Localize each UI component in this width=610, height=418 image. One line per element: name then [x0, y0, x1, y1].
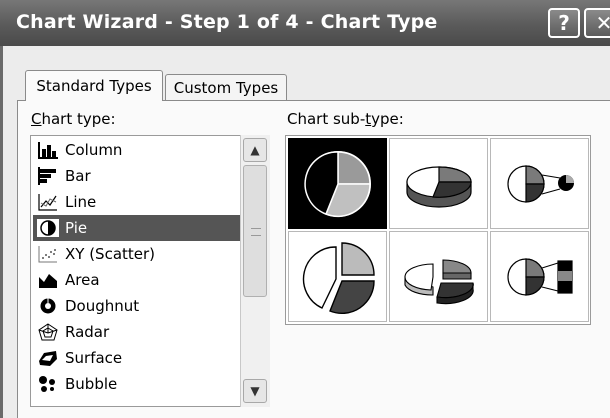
- help-icon: ?: [558, 11, 570, 35]
- pie-icon: [303, 150, 371, 217]
- list-item-label: Surface: [65, 349, 123, 367]
- list-item-column[interactable]: Column: [33, 137, 241, 163]
- close-icon: ✕: [595, 11, 610, 35]
- list-item-label: Column: [65, 141, 123, 159]
- list-item-label: XY (Scatter): [65, 245, 156, 263]
- chart-wizard-dialog: Chart Wizard - Step 1 of 4 - Chart Type …: [0, 0, 610, 418]
- tab-custom-types[interactable]: Custom Types: [165, 74, 287, 101]
- chevron-down-icon: ▼: [250, 384, 260, 398]
- list-item-label: Bubble: [65, 375, 118, 393]
- window-title: Chart Wizard - Step 1 of 4 - Chart Type: [16, 11, 438, 33]
- list-item-label: Doughnut: [65, 297, 140, 315]
- tab-label: Standard Types: [36, 77, 152, 95]
- chart-type-label: Chart type:: [31, 110, 116, 128]
- list-item-line[interactable]: Line: [33, 189, 241, 215]
- bar-of-pie-icon: [506, 257, 573, 296]
- grip-icon: [251, 228, 261, 236]
- area-chart-icon: [37, 271, 59, 289]
- pie-3d-icon: [405, 165, 472, 208]
- list-item-label: Pie: [65, 219, 88, 237]
- chevron-up-icon: ▲: [250, 143, 260, 157]
- pie-chart-icon: [37, 219, 59, 237]
- exploded-pie-3d-icon: [403, 258, 474, 304]
- list-item-bar[interactable]: Bar: [33, 163, 241, 189]
- exploded-pie-icon: [302, 241, 375, 314]
- label-accelerator: C: [31, 110, 42, 128]
- radar-chart-icon: [37, 323, 59, 341]
- bubble-chart-icon: [37, 375, 59, 393]
- list-item-label: Area: [65, 271, 100, 289]
- subtype-bar-of-pie[interactable]: [490, 231, 589, 322]
- list-item-label: Bar: [65, 167, 91, 185]
- list-item-radar[interactable]: Radar: [33, 319, 241, 345]
- chart-subtype-grid: [285, 135, 591, 325]
- surface-chart-icon: [37, 349, 59, 367]
- label-text: hart type:: [41, 110, 116, 128]
- scroll-down-button[interactable]: ▼: [243, 379, 267, 403]
- close-button[interactable]: ✕: [584, 8, 610, 38]
- scatter-chart-icon: [37, 245, 59, 263]
- subtype-exploded-pie-3d[interactable]: [389, 231, 488, 322]
- list-item-pie[interactable]: Pie: [33, 215, 241, 241]
- chart-type-list[interactable]: Column Bar Line Pie XY (Scatter) Area Do…: [30, 135, 270, 407]
- list-item-doughnut[interactable]: Doughnut: [33, 293, 241, 319]
- chart-subtype-label: Chart sub-type:: [287, 110, 404, 128]
- subtype-exploded-pie[interactable]: [288, 231, 387, 322]
- pie-of-pie-icon: [506, 164, 574, 203]
- tab-label: Custom Types: [173, 79, 279, 97]
- title-bar[interactable]: Chart Wizard - Step 1 of 4 - Chart Type …: [0, 0, 610, 46]
- list-item-bubble[interactable]: Bubble: [33, 371, 241, 397]
- bar-chart-icon: [37, 167, 59, 185]
- subtype-pie[interactable]: [288, 138, 387, 229]
- list-item-xy-scatter[interactable]: XY (Scatter): [33, 241, 241, 267]
- scroll-thumb[interactable]: [243, 165, 267, 297]
- subtype-pie-of-pie[interactable]: [490, 138, 589, 229]
- tab-standard-types[interactable]: Standard Types: [25, 70, 163, 101]
- help-button[interactable]: ?: [548, 8, 580, 38]
- list-item-label: Line: [65, 193, 97, 211]
- column-chart-icon: [37, 141, 59, 159]
- subtype-pie-3d[interactable]: [389, 138, 488, 229]
- line-chart-icon: [37, 193, 59, 211]
- list-item-surface[interactable]: Surface: [33, 345, 241, 371]
- doughnut-chart-icon: [37, 297, 59, 315]
- label-text: Chart sub-: [287, 110, 366, 128]
- list-item-area[interactable]: Area: [33, 267, 241, 293]
- scroll-up-button[interactable]: ▲: [243, 138, 267, 162]
- label-text: ype:: [371, 110, 404, 128]
- list-item-label: Radar: [65, 323, 110, 341]
- chart-type-scrollbar[interactable]: ▲ ▼: [240, 135, 270, 407]
